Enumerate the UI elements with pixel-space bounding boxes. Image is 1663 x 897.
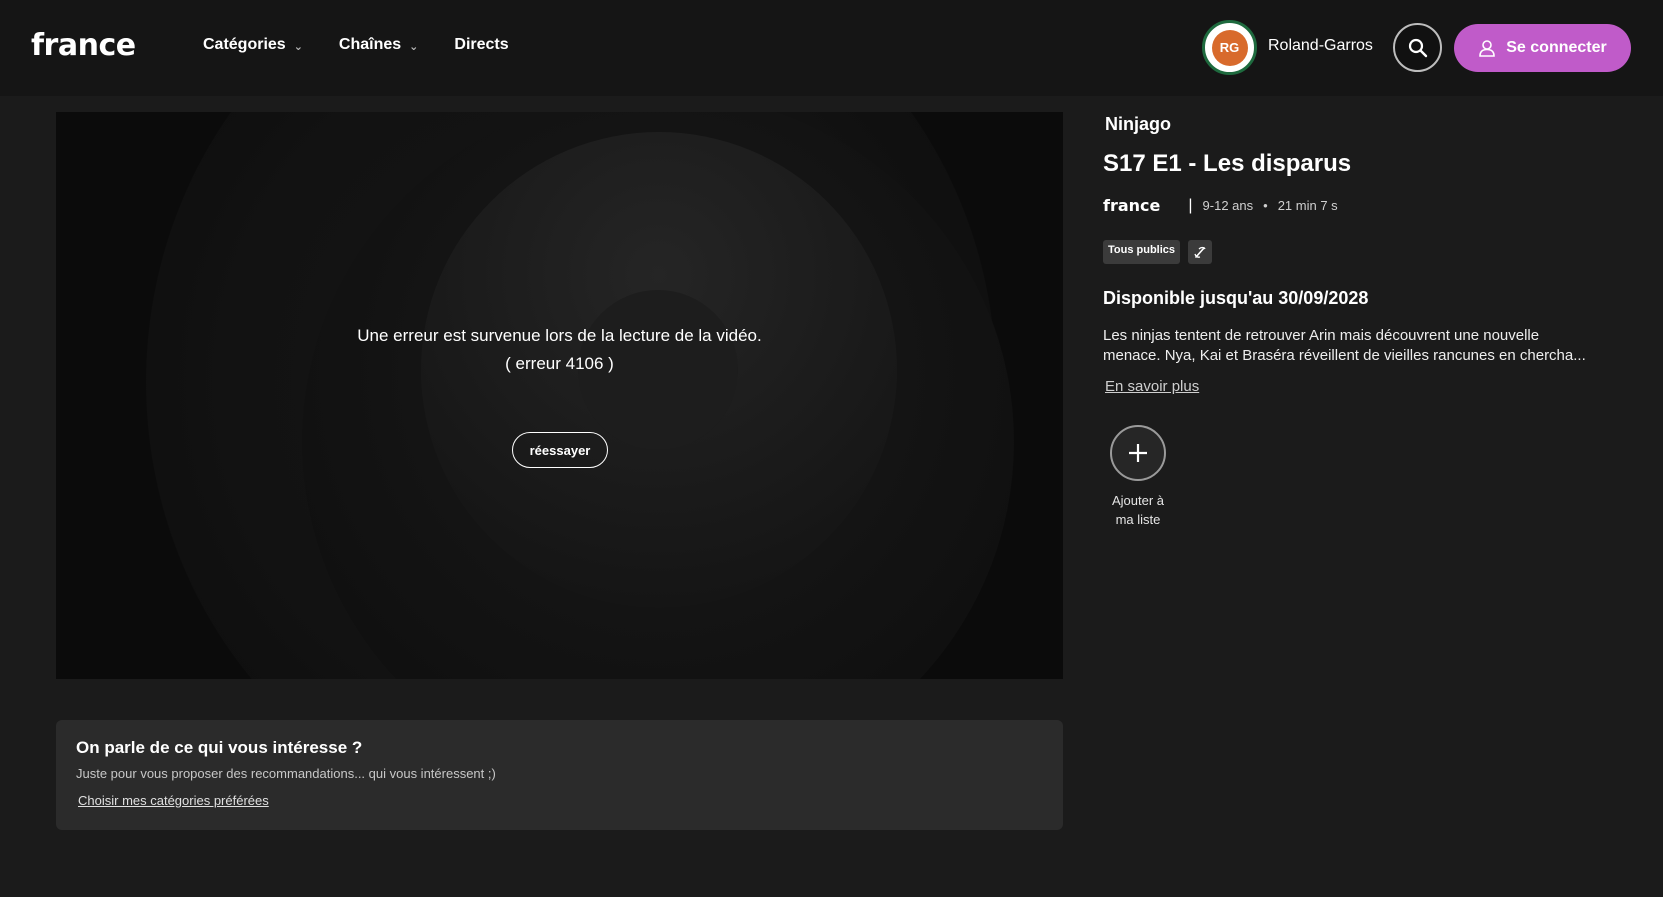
main-nav: Catégories ⌄ Chaînes ⌄ Directs	[203, 36, 545, 54]
roland-garros-logo-mark: RG	[1211, 29, 1248, 66]
interest-subtitle: Juste pour vous proposer des recommandat…	[76, 766, 496, 781]
top-header: france Catégories ⌄ Chaînes ⌄ Directs RG…	[0, 0, 1663, 96]
error-text: Une erreur est survenue lors de la lectu…	[357, 326, 762, 345]
france-tv-logo[interactable]: france	[31, 28, 136, 63]
episode-title: S17 E1 - Les disparus	[1103, 150, 1352, 177]
add-to-list-button[interactable]	[1110, 425, 1166, 481]
meta-separator: |	[1188, 196, 1193, 214]
login-label: Se connecter	[1506, 39, 1607, 56]
duration: 21 min 7 s	[1277, 198, 1338, 213]
public-badge: Tous publics	[1103, 240, 1181, 264]
rating-badges: Tous publics	[1103, 240, 1213, 264]
player-error-message: Une erreur est survenue lors de la lectu…	[56, 322, 1063, 378]
nav-channels-label: Chaînes	[338, 36, 402, 53]
nav-categories-label: Catégories	[203, 36, 286, 53]
audio-description-icon	[1188, 240, 1213, 264]
interest-title: On parle de ce qui vous intéresse ?	[76, 738, 363, 757]
meta-dot: •	[1263, 198, 1268, 213]
roland-garros-logo[interactable]: RG	[1202, 20, 1257, 75]
synopsis-line: Les ninjas tentent de retrouver Arin mai…	[1103, 327, 1540, 344]
nav-live-label: Directs	[454, 36, 509, 53]
read-more-link[interactable]: En savoir plus	[1105, 378, 1199, 395]
show-title[interactable]: Ninjago	[1105, 114, 1171, 135]
chevron-down-icon: ⌄	[293, 40, 303, 53]
user-icon	[1479, 40, 1496, 57]
interest-panel: On parle de ce qui vous intéresse ? Just…	[56, 720, 1063, 830]
availability: Disponible jusqu'au 30/09/2028	[1103, 288, 1369, 308]
synopsis: Les ninjas tentent de retrouver Arin mai…	[1103, 326, 1613, 366]
plus-icon	[1129, 444, 1147, 462]
nav-categories[interactable]: Catégories ⌄	[203, 36, 303, 54]
choose-categories-link[interactable]: Choisir mes catégories préférées	[78, 793, 269, 808]
channel-logo: france	[1103, 196, 1161, 215]
page: france Catégories ⌄ Chaînes ⌄ Directs RG…	[0, 0, 1663, 897]
add-label-line: ma liste	[1115, 512, 1161, 527]
retry-button[interactable]: réessayer	[512, 432, 608, 468]
add-label-line: Ajouter à	[1111, 493, 1165, 508]
login-button[interactable]: Se connecter	[1454, 24, 1631, 72]
search-button[interactable]	[1393, 23, 1442, 72]
synopsis-line: menace. Nya, Kai et Braséra réveillent d…	[1103, 347, 1586, 364]
roland-garros-label[interactable]: Roland-Garros	[1268, 37, 1373, 55]
nav-channels[interactable]: Chaînes ⌄	[339, 36, 418, 54]
episode-meta: france | 9-12 ans • 21 min 7 s	[1103, 196, 1338, 215]
search-icon	[1408, 38, 1427, 57]
chevron-down-icon: ⌄	[409, 40, 419, 53]
error-code: ( erreur 4106 )	[505, 354, 614, 373]
add-to-list-label: Ajouter à ma liste	[1103, 491, 1173, 529]
age-range: 9-12 ans	[1202, 198, 1254, 213]
video-player[interactable]: Une erreur est survenue lors de la lectu…	[56, 112, 1063, 679]
nav-live[interactable]: Directs	[454, 36, 508, 54]
